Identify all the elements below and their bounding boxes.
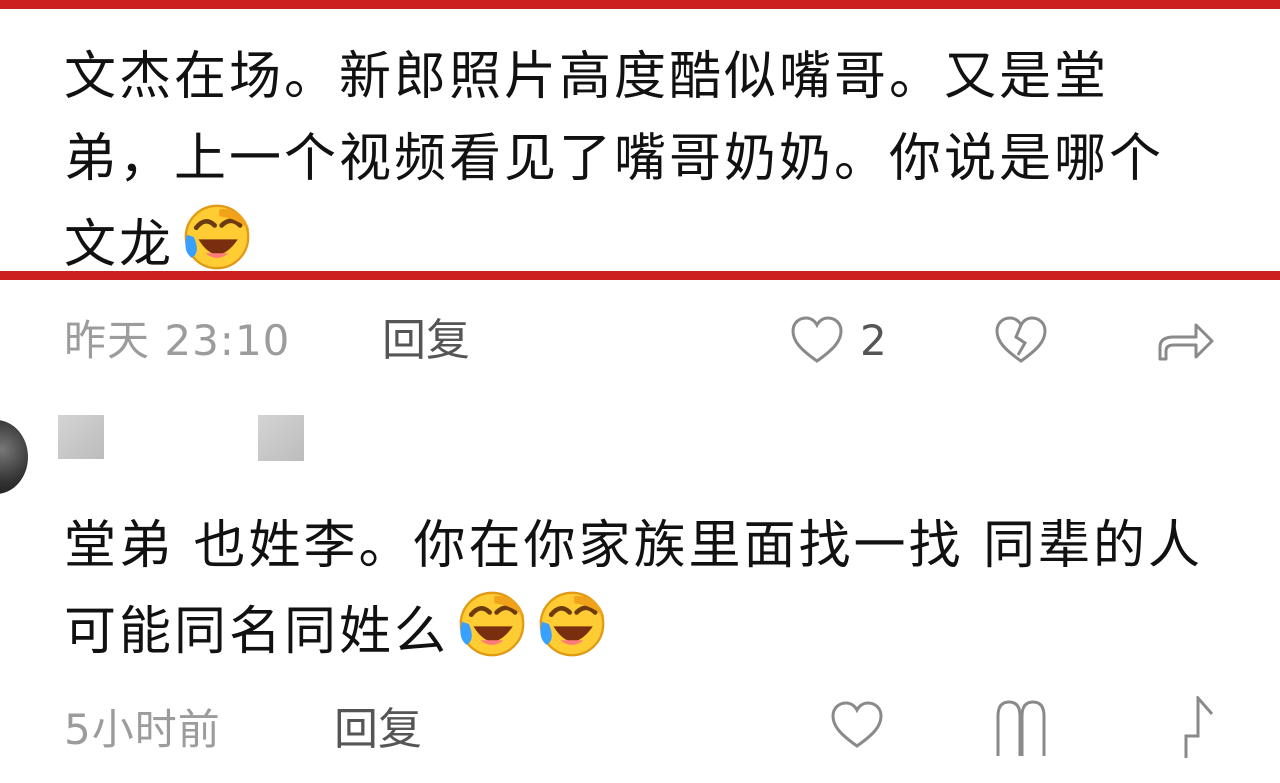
broken-heart-icon[interactable] [994, 315, 1048, 365]
heart-icon[interactable] [790, 315, 844, 365]
comment-1-time: 昨天 23:10 [64, 316, 291, 365]
comment-1-like-count: 2 [860, 316, 887, 365]
tears-of-joy-emoji-icon [535, 587, 609, 661]
highlight-border-top [0, 0, 1280, 9]
share-arrow-icon[interactable] [1182, 696, 1218, 758]
username-blurred[interactable] [58, 415, 104, 459]
tears-of-joy-emoji-icon [180, 200, 254, 274]
share-arrow-icon[interactable] [1156, 317, 1216, 363]
heart-icon[interactable] [830, 700, 884, 750]
comment-2-body: 堂弟 也姓李。你在你家族里面找一找 同辈的人可能同名同姓么 [64, 516, 1204, 662]
broken-heart-icon[interactable] [994, 698, 1048, 758]
avatar[interactable] [0, 420, 28, 494]
comment-2-meta: 5小时前 回复 [64, 694, 1234, 766]
comment-2-reply-button[interactable]: 回复 [334, 694, 422, 766]
highlight-border-bottom [0, 271, 1280, 280]
comment-2-text: 堂弟 也姓李。你在你家族里面找一找 同辈的人可能同名同姓么 [64, 505, 1214, 673]
tears-of-joy-emoji-icon [455, 587, 529, 661]
comment-2-time: 5小时前 [64, 705, 221, 754]
user-badge-blurred [258, 415, 304, 461]
comment-1-text: 文杰在场。新郎照片高度酷似嘴哥。又是堂弟，上一个视频看见了嘴哥奶奶。你说是哪个文… [64, 36, 1214, 286]
comment-1-meta: 昨天 23:10 回复 2 [64, 305, 1234, 377]
comment-1-reply-button[interactable]: 回复 [382, 305, 470, 377]
